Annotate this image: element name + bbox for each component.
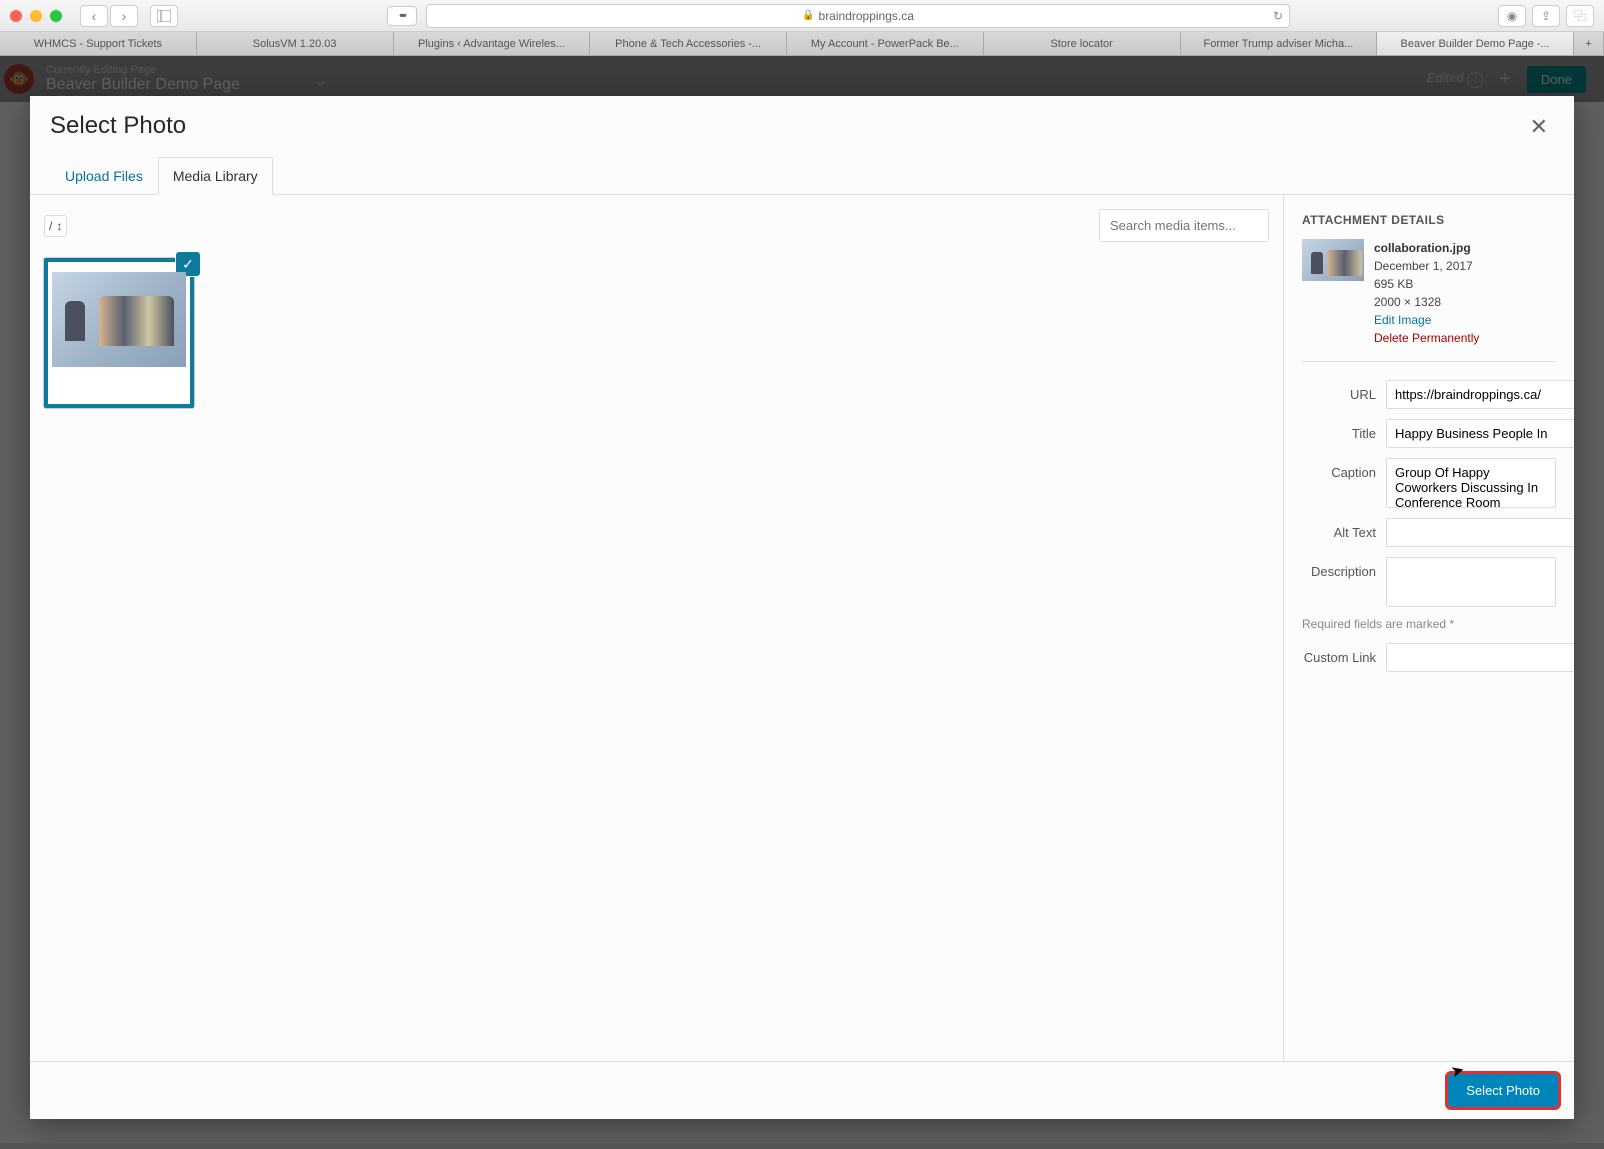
minimize-window-button[interactable] (30, 10, 42, 22)
browser-tab[interactable]: Phone & Tech Accessories -... (590, 32, 787, 55)
media-grid-area: /↕ ✓ (30, 195, 1284, 1061)
edit-image-link[interactable]: Edit Image (1374, 311, 1479, 329)
reader-button[interactable]: ••• (387, 6, 417, 26)
title-field[interactable] (1386, 419, 1574, 448)
media-toolbar: /↕ (44, 209, 1269, 242)
details-thumbnail (1302, 239, 1364, 281)
browser-tab[interactable]: WHMCS - Support Tickets (0, 32, 197, 55)
new-tab-button[interactable]: + (1574, 32, 1604, 55)
field-row-alt: Alt Text (1302, 518, 1556, 547)
reload-icon[interactable]: ↻ (1273, 9, 1283, 23)
modal-footer: Select Photo (30, 1061, 1574, 1119)
maximize-window-button[interactable] (50, 10, 62, 22)
tabs-icon[interactable]: ⿻ (1566, 5, 1594, 27)
field-row-title: Title (1302, 419, 1556, 448)
required-note: Required fields are marked * (1302, 617, 1556, 631)
browser-tab[interactable]: Store locator (984, 32, 1181, 55)
media-thumbnail[interactable]: ✓ (44, 258, 194, 408)
url-bar[interactable]: ••• 🔒 braindroppings.ca ↻ (426, 4, 1290, 28)
window-controls (10, 10, 62, 22)
details-heading: ATTACHMENT DETAILS (1302, 213, 1556, 227)
field-row-url: URL (1302, 380, 1556, 409)
label-custom-link: Custom Link (1302, 643, 1386, 665)
tab-upload-files[interactable]: Upload Files (50, 157, 158, 195)
file-size: 695 KB (1374, 275, 1479, 293)
browser-tab-bar: WHMCS - Support Tickets SolusVM 1.20.03 … (0, 32, 1604, 56)
modal-header: Select Photo ✕ (30, 96, 1574, 152)
field-row-description: Description (1302, 557, 1556, 607)
field-row-caption: Caption Group Of Happy Coworkers Discuss… (1302, 458, 1556, 508)
close-icon[interactable]: ✕ (1524, 112, 1554, 142)
modal-body: /↕ ✓ ATTACHMENT DETAILS collaboration.jp… (30, 195, 1574, 1061)
thumbnail-image (52, 272, 186, 367)
label-title: Title (1302, 419, 1386, 441)
details-meta: collaboration.jpg December 1, 2017 695 K… (1374, 239, 1479, 347)
field-row-custom-link: Custom Link (1302, 643, 1556, 672)
toolbar-right: ◉ ⇪ ⿻ (1498, 5, 1594, 27)
sidebar-toggle-button[interactable] (150, 5, 178, 27)
file-dimensions: 2000 × 1328 (1374, 293, 1479, 311)
details-summary: collaboration.jpg December 1, 2017 695 K… (1302, 239, 1556, 362)
url-text: braindroppings.ca (819, 9, 914, 23)
search-input[interactable] (1099, 209, 1269, 242)
label-caption: Caption (1302, 458, 1386, 480)
lock-icon: 🔒 (802, 10, 814, 21)
select-photo-button[interactable]: Select Photo (1448, 1074, 1558, 1107)
thumbnail-grid: ✓ (44, 258, 1269, 408)
filename: collaboration.jpg (1374, 239, 1479, 257)
browser-tab[interactable]: Former Trump adviser Micha... (1181, 32, 1378, 55)
url-field[interactable] (1386, 380, 1574, 409)
custom-link-field[interactable] (1386, 643, 1574, 672)
browser-toolbar: ‹ › ••• 🔒 braindroppings.ca ↻ ◉ ⇪ ⿻ (0, 0, 1604, 32)
delete-link[interactable]: Delete Permanently (1374, 329, 1479, 347)
select-photo-modal: Select Photo ✕ Upload Files Media Librar… (30, 96, 1574, 1119)
close-window-button[interactable] (10, 10, 22, 22)
file-date: December 1, 2017 (1374, 257, 1479, 275)
modal-title: Select Photo (50, 112, 186, 140)
share-icon[interactable]: ⇪ (1532, 5, 1560, 27)
browser-tab[interactable]: Beaver Builder Demo Page -... (1377, 32, 1574, 55)
description-field[interactable] (1386, 557, 1556, 607)
label-alt: Alt Text (1302, 518, 1386, 540)
download-icon[interactable]: ◉ (1498, 5, 1526, 27)
attachment-details-panel: ATTACHMENT DETAILS collaboration.jpg Dec… (1284, 195, 1574, 1061)
chevron-up-down-icon: ↕ (56, 219, 62, 233)
browser-tab[interactable]: My Account - PowerPack Be... (787, 32, 984, 55)
browser-tab[interactable]: Plugins ‹ Advantage Wireles... (394, 32, 591, 55)
nav-buttons: ‹ › (80, 5, 138, 27)
back-button[interactable]: ‹ (80, 5, 108, 27)
label-description: Description (1302, 557, 1386, 579)
browser-tab[interactable]: SolusVM 1.20.03 (197, 32, 394, 55)
forward-button[interactable]: › (110, 5, 138, 27)
caption-field[interactable]: Group Of Happy Coworkers Discussing In C… (1386, 458, 1556, 508)
tab-media-library[interactable]: Media Library (158, 157, 273, 195)
label-url: URL (1302, 380, 1386, 402)
alt-field[interactable] (1386, 518, 1574, 547)
modal-tabs: Upload Files Media Library (30, 156, 1574, 195)
window-bottom-edge (0, 1143, 1604, 1149)
date-filter-select[interactable]: /↕ (44, 215, 67, 237)
